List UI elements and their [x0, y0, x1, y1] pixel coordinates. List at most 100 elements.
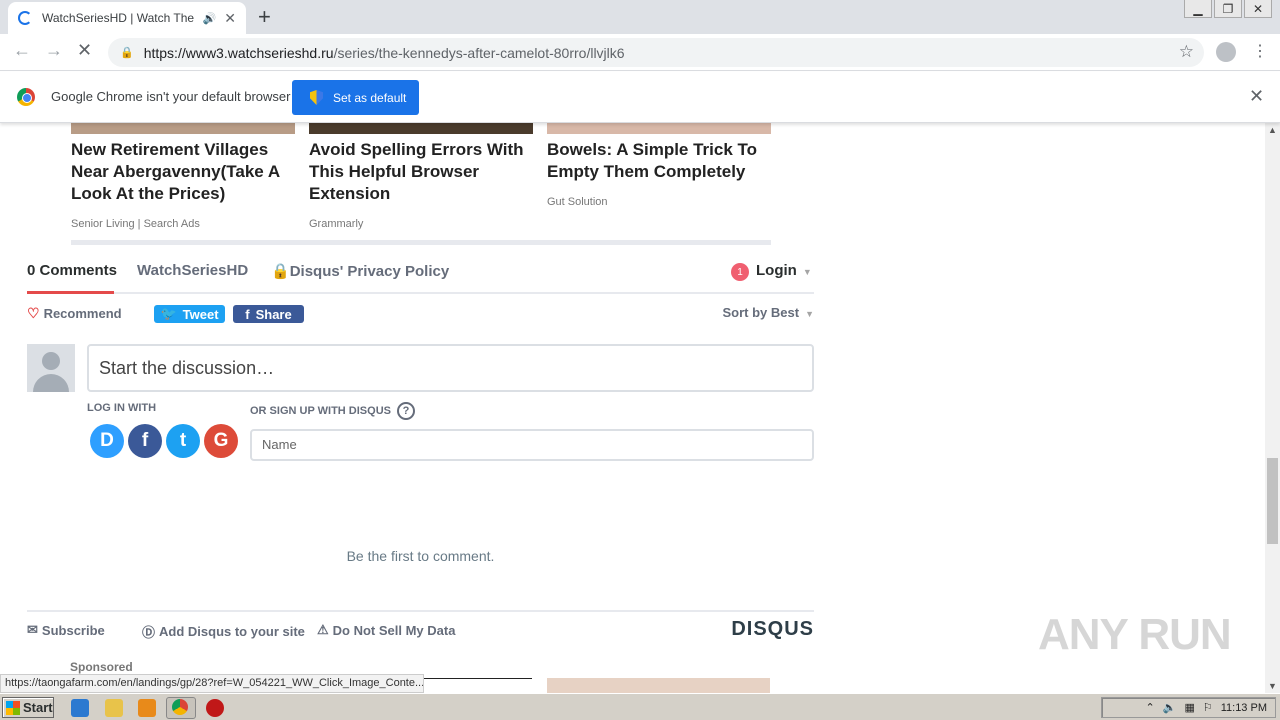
tab-close-icon[interactable]: ✕: [224, 10, 236, 27]
lock-icon[interactable]: 🔒: [120, 46, 134, 59]
add-disqus-label: Add Disqus to your site: [159, 624, 305, 639]
network-icon[interactable]: ▦: [1184, 701, 1194, 714]
warning-icon: ⚠: [317, 622, 329, 637]
empty-thread-message: Be the first to comment.: [346, 548, 495, 564]
scroll-up-icon[interactable]: ▲: [1268, 125, 1277, 135]
address-bar[interactable]: 🔒 https://www3.watchserieshd.ru/series/t…: [108, 38, 1204, 67]
system-tray: ⌃ 🔈 ▦ ⚐ 11:13 PM: [1101, 697, 1276, 718]
login-with-label: LOG IN WITH: [87, 402, 157, 414]
back-button[interactable]: ←: [13, 40, 31, 61]
disqus-login-icon[interactable]: D: [90, 424, 124, 458]
scrollbar-thumb[interactable]: [1267, 458, 1278, 544]
subscribe-label: Subscribe: [41, 622, 105, 638]
sponsored-label: Sponsored: [70, 660, 133, 674]
infobar-close-icon[interactable]: ✕: [1249, 86, 1264, 107]
set-as-default-button[interactable]: Set as default: [292, 80, 419, 115]
profile-avatar-icon[interactable]: [1216, 42, 1236, 62]
browser-tab[interactable]: WatchSeriesHD | Watch The Ke 🔊 ✕: [8, 2, 246, 34]
volume-icon[interactable]: 🔈: [1163, 701, 1177, 714]
ad-source[interactable]: Grammarly: [309, 218, 363, 230]
tab-comments[interactable]: 0 Comments: [27, 262, 117, 279]
windows-taskbar: Start ⌃ 🔈 ▦ ⚐ 11:13 PM: [0, 693, 1280, 720]
login-label: Login: [756, 262, 797, 279]
recommend-button[interactable]: ♡ Recommend: [27, 305, 122, 322]
chrome-menu-icon[interactable]: ⋮: [1252, 41, 1268, 61]
do-not-sell-link[interactable]: ⚠ Do Not Sell My Data: [317, 622, 455, 638]
tray-expand-icon[interactable]: ⌃: [1146, 701, 1155, 714]
action-center-flag-icon[interactable]: ⚐: [1203, 701, 1213, 714]
facebook-share-button[interactable]: f Share: [233, 305, 304, 323]
new-tab-button[interactable]: +: [258, 4, 271, 30]
stop-loading-button[interactable]: ✕: [77, 40, 92, 61]
disqus-logo[interactable]: DISQUS: [731, 618, 814, 641]
sort-label: Sort by Best: [722, 305, 800, 320]
disqus-tabs: 0 Comments WatchSeriesHD 🔒Disqus' Privac…: [27, 262, 814, 294]
status-bar-url: https://taongafarm.com/en/landings/gp/28…: [0, 674, 424, 693]
tab-strip: WatchSeriesHD | Watch The Ke 🔊 ✕ + ▁ ❐ ✕: [0, 0, 1280, 34]
disqus-d-icon: Ⓓ: [142, 625, 156, 640]
share-label: Share: [255, 306, 292, 322]
ad-source[interactable]: Senior Living | Search Ads: [71, 218, 200, 230]
do-not-sell-label: Do Not Sell My Data: [332, 622, 456, 638]
sort-dropdown[interactable]: Sort by Best ▼: [723, 305, 815, 320]
sponsored-ad-image[interactable]: [547, 678, 770, 693]
active-tab-underline: [27, 291, 114, 294]
avatar-body-icon: [33, 374, 69, 392]
tab-privacy-policy[interactable]: 🔒Disqus' Privacy Policy: [271, 262, 449, 280]
privacy-label: Disqus' Privacy Policy: [289, 263, 450, 280]
signup-text: OR SIGN UP WITH DISQUS: [250, 405, 391, 417]
avatar-head-icon: [42, 352, 60, 370]
audio-icon[interactable]: 🔊: [203, 12, 217, 25]
ad-title[interactable]: Bowels: A Simple Trick To Empty Them Com…: [547, 139, 771, 183]
loading-spinner-icon: [18, 11, 32, 25]
bookmark-star-icon[interactable]: ☆: [1179, 42, 1194, 62]
heart-icon: ♡: [27, 305, 40, 321]
minimize-button[interactable]: ▁: [1184, 0, 1212, 18]
close-window-button[interactable]: ✕: [1244, 0, 1272, 18]
ad-title[interactable]: Avoid Spelling Errors With This Helpful …: [309, 139, 533, 205]
subscribe-link[interactable]: ✉ Subscribe: [27, 622, 105, 638]
chevron-down-icon: ▼: [802, 267, 812, 277]
forward-button[interactable]: →: [45, 40, 63, 61]
ad-source[interactable]: Gut Solution: [547, 196, 608, 208]
url-path: /series/the-kennedys-after-camelot-80rro…: [333, 44, 625, 61]
infobar-message: Google Chrome isn't your default browser: [51, 89, 291, 104]
add-disqus-link[interactable]: Ⓓ Add Disqus to your site: [142, 622, 305, 641]
login-menu[interactable]: Login ▼: [756, 262, 812, 279]
twitter-login-icon[interactable]: t: [166, 424, 200, 458]
help-icon[interactable]: ?: [396, 402, 415, 420]
padlock-icon: 🔒: [271, 263, 290, 280]
internet-explorer-icon[interactable]: [71, 699, 89, 717]
vertical-scrollbar[interactable]: ▲ ▼: [1265, 123, 1280, 693]
tab-title: WatchSeriesHD | Watch The Ke: [42, 11, 195, 25]
tweet-button[interactable]: 🐦 Tweet: [154, 305, 225, 323]
facebook-login-icon[interactable]: f: [128, 424, 162, 458]
ad-image[interactable]: [547, 123, 771, 134]
anyrun-watermark: ANY RUN: [1038, 610, 1232, 660]
name-input[interactable]: Name: [250, 429, 814, 461]
twitter-bird-icon: 🐦: [160, 306, 177, 321]
chevron-down-icon: ▼: [805, 309, 814, 319]
tweet-label: Tweet: [182, 306, 219, 322]
security-app-icon[interactable]: [206, 699, 224, 717]
chrome-logo-icon: [17, 88, 35, 106]
google-login-icon[interactable]: G: [204, 424, 238, 458]
page-viewport: New Retirement Villages Near Abergavenny…: [0, 123, 1265, 693]
facebook-icon: f: [245, 306, 250, 322]
clock[interactable]: 11:13 PM: [1221, 702, 1267, 714]
restore-button[interactable]: ❐: [1214, 0, 1242, 18]
comment-composer[interactable]: Start the discussion…: [87, 344, 814, 392]
media-player-icon[interactable]: [138, 699, 156, 717]
envelope-icon: ✉: [27, 622, 38, 637]
notification-badge[interactable]: 1: [731, 263, 749, 281]
browser-toolbar: ← → ✕ 🔒 https://www3.watchserieshd.ru/se…: [0, 34, 1280, 71]
ad-image[interactable]: [309, 123, 533, 134]
scroll-down-icon[interactable]: ▼: [1268, 681, 1277, 691]
ad-image[interactable]: [71, 123, 295, 134]
recommend-label: Recommend: [43, 306, 122, 321]
tab-community[interactable]: WatchSeriesHD: [137, 262, 248, 279]
ad-title[interactable]: New Retirement Villages Near Abergavenny…: [71, 139, 295, 205]
file-explorer-icon[interactable]: [105, 699, 123, 717]
start-button[interactable]: Start: [2, 697, 54, 718]
start-label: Start: [23, 700, 53, 715]
